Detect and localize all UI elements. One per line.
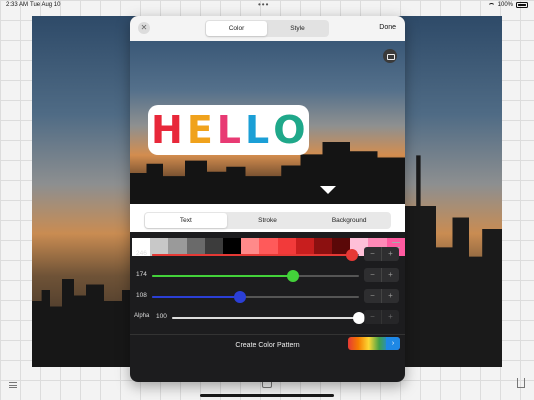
text-preview: HELLO [130, 41, 405, 204]
close-button[interactable]: ✕ [138, 22, 150, 34]
hello-letter: E [186, 108, 213, 152]
target-background[interactable]: Background [308, 213, 390, 228]
status-time: 2:33 AM [6, 2, 29, 8]
hello-letter: L [245, 108, 270, 152]
photo-skyline-right [392, 155, 502, 367]
alpha-increment-button[interactable]: + [382, 310, 399, 324]
blue-value: 108 [136, 292, 147, 299]
green-decrement-button[interactable]: − [364, 268, 381, 282]
red-slider-track[interactable] [152, 249, 359, 261]
red-decrement-button[interactable]: − [364, 247, 381, 261]
battery-percent: 100% [497, 2, 513, 8]
hello-text[interactable]: HELLO [148, 105, 309, 155]
blue-slider-fill [152, 296, 240, 298]
battery-icon [516, 2, 528, 8]
target-pointer-icon [320, 186, 336, 194]
modal-header: ✕ Color Style Done [130, 16, 405, 41]
multitasking-dots[interactable]: ••• [258, 0, 269, 9]
done-button[interactable]: Done [379, 24, 396, 31]
preview-toggle-icon[interactable] [383, 49, 397, 63]
chevron-right-icon: › [386, 337, 400, 350]
red-increment-button[interactable]: + [382, 247, 399, 261]
red-stepper: − + [364, 247, 399, 261]
status-date: Tue Aug 10 [30, 2, 61, 8]
hello-letter: O [273, 108, 306, 152]
slider-row-blue: 108 − + [130, 289, 405, 305]
color-pattern-button[interactable]: › [348, 337, 400, 350]
menu-icon[interactable] [9, 382, 17, 388]
hello-letters: HELLO [148, 105, 309, 155]
green-stepper: − + [364, 268, 399, 282]
color-editor-modal: ✕ Color Style Done HELLO Text Stroke Bac… [130, 16, 405, 382]
alpha-value: 100 [156, 313, 167, 320]
alpha-decrement-button[interactable]: − [364, 310, 381, 324]
target-segmented-control: Text Stroke Background [144, 212, 391, 229]
hello-letter: L [216, 108, 241, 152]
alpha-slider-fill [172, 317, 359, 319]
target-bar: Text Stroke Background [130, 204, 405, 232]
blue-slider-track[interactable] [152, 291, 359, 303]
red-value: 246 [136, 250, 147, 257]
blue-stepper: − + [364, 289, 399, 303]
mode-segmented-control: Color Style [205, 20, 329, 37]
blue-decrement-button[interactable]: − [364, 289, 381, 303]
blue-slider-knob[interactable] [233, 291, 246, 303]
green-slider-fill [152, 275, 294, 277]
color-pattern-row[interactable]: Create Color Pattern › [130, 334, 405, 354]
green-increment-button[interactable]: + [382, 268, 399, 282]
wifi-icon [487, 2, 495, 8]
status-right: 100% [487, 2, 528, 8]
target-stroke[interactable]: Stroke [227, 213, 309, 228]
slider-row-green: 174 − + [130, 268, 405, 284]
blue-increment-button[interactable]: + [382, 289, 399, 303]
alpha-label: Alpha [134, 313, 150, 319]
red-slider-knob[interactable] [345, 249, 358, 261]
home-indicator [200, 394, 334, 397]
tab-style[interactable]: Style [267, 21, 328, 36]
green-slider-knob[interactable] [287, 270, 300, 282]
green-slider-track[interactable] [152, 270, 359, 282]
red-slider-fill [152, 254, 352, 256]
slider-row-red: 246 − + [130, 247, 405, 263]
slider-row-alpha: Alpha 100 − + [130, 310, 405, 326]
alpha-stepper: − + [364, 310, 399, 324]
share-icon[interactable] [517, 378, 525, 388]
hello-letter: H [151, 108, 183, 152]
status-bar: 2:33 AM Tue Aug 10 ••• 100% [0, 0, 534, 10]
target-text[interactable]: Text [145, 213, 227, 228]
tab-color[interactable]: Color [206, 21, 267, 36]
green-value: 174 [136, 271, 147, 278]
alpha-slider-track[interactable] [172, 312, 365, 324]
